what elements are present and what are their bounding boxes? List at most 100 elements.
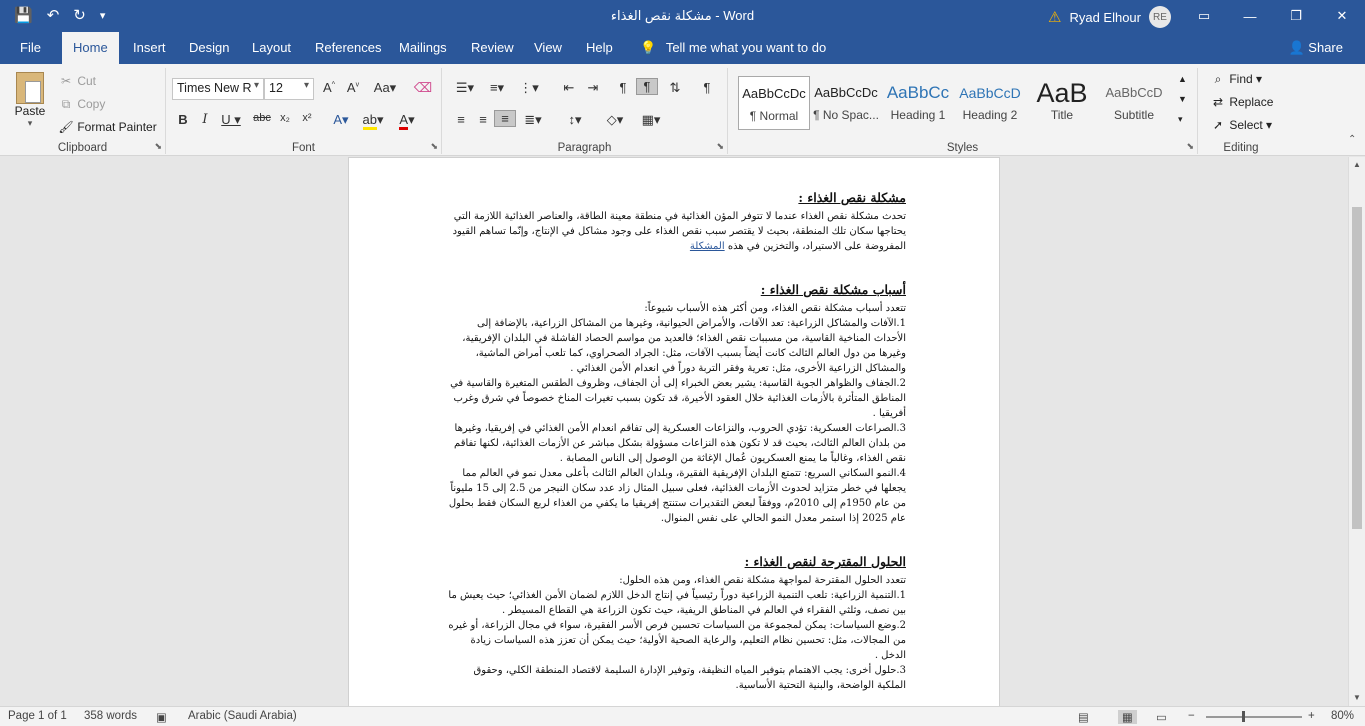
justify-icon[interactable]: ≣▾ (518, 112, 548, 128)
tab-design[interactable]: Design (181, 32, 237, 64)
paste-button[interactable]: Paste ▾ (10, 72, 50, 129)
proofing-icon[interactable]: ▣ (156, 710, 167, 724)
minimize-icon[interactable]: — (1227, 0, 1273, 32)
cut-button[interactable]: ✂ Cut (58, 74, 96, 88)
avatar[interactable]: RE (1149, 6, 1171, 28)
font-size-combo[interactable]: 12 ▾ (264, 78, 314, 100)
align-right-icon[interactable]: ≡ (494, 110, 516, 127)
clear-formatting-icon[interactable]: ⌫ (412, 80, 434, 96)
highlight-icon[interactable]: ab▾ (358, 112, 388, 130)
paintbrush-icon: 🖌 (58, 120, 74, 134)
select-button[interactable]: ➚ Select ▾ (1210, 118, 1272, 132)
tell-me-search[interactable]: 💡 Tell me what you want to do (632, 32, 834, 64)
editing-group: ⌕ Find ▾ ⇄ Replace ➚ Select ▾ Editing (1198, 68, 1284, 154)
vertical-scrollbar[interactable]: ▲ ▼ (1348, 157, 1365, 706)
page-count[interactable]: Page 1 of 1 (8, 710, 67, 722)
style-name: ¶ Normal (749, 109, 799, 123)
style-heading-2[interactable]: AaBbCcD Heading 2 (954, 76, 1026, 130)
bullets-icon[interactable]: ☰▾ (450, 80, 480, 96)
zoom-out-icon[interactable]: − (1188, 710, 1195, 722)
format-painter-button[interactable]: 🖌 Format Painter (58, 120, 156, 134)
copy-button[interactable]: ⧉ Copy (58, 97, 106, 112)
language-indicator[interactable]: Arabic (Saudi Arabia) (188, 710, 297, 722)
word-count[interactable]: 358 words (84, 710, 137, 722)
zoom-in-icon[interactable]: + (1308, 710, 1315, 722)
grow-font-icon[interactable]: A^ (318, 80, 340, 95)
subscript-icon[interactable]: x₂ (274, 112, 296, 124)
restore-icon[interactable]: ❐ (1273, 0, 1319, 32)
scroll-thumb[interactable] (1352, 207, 1362, 529)
style-no-spacing[interactable]: AaBbCcDc ¶ No Spac... (810, 76, 882, 130)
ltr-direction-icon[interactable]: ¶ (612, 80, 634, 95)
share-button[interactable]: 👤 Share (1288, 40, 1343, 56)
sort-icon[interactable]: ⇅ (664, 80, 686, 96)
gallery-more-icon[interactable]: ▾ (1178, 114, 1183, 125)
print-layout-icon[interactable]: ▦ (1118, 710, 1137, 724)
zoom-slider-thumb[interactable] (1242, 711, 1245, 722)
align-center-icon[interactable]: ≡ (472, 112, 494, 127)
scroll-down-icon[interactable]: ▼ (1349, 690, 1365, 706)
scissors-icon: ✂ (60, 74, 72, 88)
document-body[interactable]: مشكلة نقص الغذاء : تحدث مشكلة نقص الغذاء… (445, 190, 906, 693)
tab-insert[interactable]: Insert (125, 32, 174, 64)
font-launcher-icon[interactable]: ⬊ (430, 141, 438, 152)
zoom-slider[interactable] (1206, 716, 1302, 718)
tab-mailings[interactable]: Mailings (391, 32, 455, 64)
web-layout-icon[interactable]: ▭ (1156, 710, 1167, 724)
ribbon-display-icon[interactable]: ▭ (1181, 0, 1227, 32)
scroll-up-icon[interactable]: ▲ (1349, 157, 1365, 173)
numbering-icon[interactable]: ≡▾ (482, 80, 512, 96)
collapse-ribbon-icon[interactable]: ⌃ (1348, 134, 1356, 145)
document-canvas: مشكلة نقص الغذاء : تحدث مشكلة نقص الغذاء… (0, 157, 1348, 706)
find-button[interactable]: ⌕ Find ▾ (1210, 72, 1262, 87)
shading-icon[interactable]: ◇▾ (600, 112, 630, 128)
tab-home[interactable]: Home (62, 32, 119, 65)
underline-icon[interactable]: U ▾ (216, 112, 246, 128)
style-subtitle[interactable]: AaBbCcD Subtitle (1098, 76, 1170, 130)
strikethrough-icon[interactable]: abc (250, 112, 274, 124)
paragraph-causes-intro: تتعدد أسباب مشكلة نقص الغذاء، ومن أكثر ه… (644, 303, 906, 314)
line-spacing-icon[interactable]: ↕▾ (560, 112, 590, 128)
zoom-level[interactable]: 80% (1331, 710, 1354, 722)
gallery-up-icon[interactable]: ▲ (1178, 74, 1187, 84)
tab-file[interactable]: File (12, 32, 49, 64)
replace-button[interactable]: ⇄ Replace (1210, 95, 1273, 109)
warning-icon[interactable]: ⚠ (1048, 8, 1061, 26)
clipboard-launcher-icon[interactable]: ⬊ (154, 141, 162, 152)
font-color-icon[interactable]: A▾ (392, 112, 422, 130)
increase-indent-icon[interactable]: ⇥ (582, 80, 604, 96)
gallery-down-icon[interactable]: ▼ (1178, 94, 1187, 104)
shrink-font-icon[interactable]: Av (342, 80, 364, 95)
tab-view[interactable]: View (526, 32, 570, 64)
font-name-combo[interactable]: Times New R ▾ (172, 78, 264, 100)
list-item-cause-4: 4.النمو السكاني السريع: تتمتع البلدان ال… (448, 468, 906, 524)
tab-help[interactable]: Help (578, 32, 621, 64)
bold-icon[interactable]: B (172, 112, 194, 127)
rtl-direction-icon[interactable]: ¶ (636, 78, 658, 95)
styles-launcher-icon[interactable]: ⬊ (1186, 141, 1194, 152)
page[interactable]: مشكلة نقص الغذاء : تحدث مشكلة نقص الغذاء… (348, 157, 1000, 706)
superscript-icon[interactable]: x² (296, 112, 318, 124)
italic-icon[interactable]: I (194, 112, 216, 127)
style-heading-1[interactable]: AaBbCc Heading 1 (882, 76, 954, 130)
align-left-icon[interactable]: ≡ (450, 112, 472, 127)
paragraph-launcher-icon[interactable]: ⬊ (716, 141, 724, 152)
borders-icon[interactable]: ▦▾ (636, 112, 666, 128)
style-normal[interactable]: AaBbCcDc ¶ Normal (738, 76, 810, 130)
text-effects-icon[interactable]: A▾ (326, 112, 356, 128)
user-account[interactable]: ⚠ Ryad Elhour RE (1048, 6, 1171, 28)
tab-references[interactable]: References (307, 32, 389, 64)
close-icon[interactable]: ✕ (1319, 0, 1365, 32)
read-mode-icon[interactable]: ▤ (1078, 710, 1089, 724)
link-text[interactable]: المشكلة (690, 241, 725, 252)
multilevel-list-icon[interactable]: ⋮▾ (514, 80, 544, 96)
tab-layout[interactable]: Layout (244, 32, 299, 64)
style-title[interactable]: AaB Title (1026, 76, 1098, 130)
lightbulb-icon: 💡 (640, 40, 657, 55)
tab-review[interactable]: Review (463, 32, 522, 64)
decrease-indent-icon[interactable]: ⇤ (558, 80, 580, 96)
user-name: Ryad Elhour (1069, 9, 1141, 25)
show-formatting-icon[interactable]: ¶ (696, 80, 718, 95)
change-case-icon[interactable]: Aa▾ (370, 80, 400, 96)
chevron-down-icon: ▾ (303, 80, 309, 91)
